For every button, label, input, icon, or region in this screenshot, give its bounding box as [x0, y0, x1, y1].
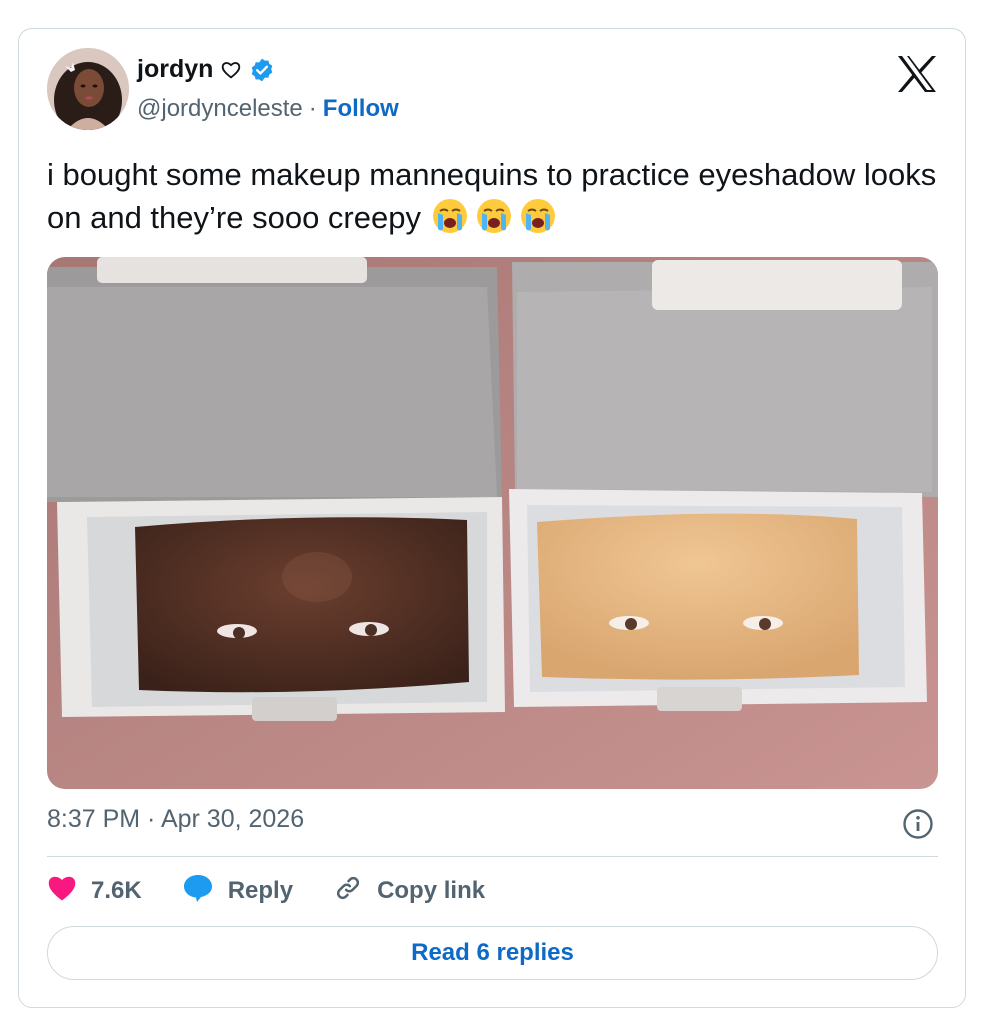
divider [47, 856, 938, 857]
author-name[interactable]: jordyn [137, 55, 213, 84]
copy-link-label: Copy link [377, 877, 486, 904]
separator-dot: · [308, 95, 317, 122]
tweet-text: i bought some makeup mannequins to pract… [47, 154, 947, 239]
tweet-timestamp[interactable]: 8:37 PM · Apr 30, 2026 [47, 805, 304, 834]
tweet-image[interactable] [47, 257, 938, 789]
read-replies-button[interactable]: Read 6 replies [47, 926, 938, 980]
like-count: 7.6K [91, 877, 142, 904]
like-button[interactable]: 7.6K [47, 874, 142, 909]
author-name-row: jordyn [137, 55, 275, 84]
link-icon [333, 873, 363, 910]
info-icon[interactable] [902, 808, 934, 840]
action-bar: 7.6K Reply Copy link [47, 871, 525, 911]
avatar[interactable] [47, 48, 129, 130]
loudly-crying-face-icon [430, 196, 470, 236]
reply-button[interactable]: Reply [182, 873, 293, 910]
reply-label: Reply [227, 877, 294, 904]
copy-link-button[interactable]: Copy link [333, 873, 485, 910]
heart-filled-icon [47, 874, 77, 909]
author-handle[interactable]: @jordynceleste [137, 95, 303, 123]
x-logo-icon[interactable] [896, 55, 938, 93]
author-handle-row: @jordynceleste · Follow [137, 95, 399, 123]
loudly-crying-face-icon [518, 196, 558, 236]
verified-badge-icon [249, 57, 275, 83]
follow-button[interactable]: Follow [323, 95, 399, 123]
heart-outline-icon [221, 61, 241, 79]
speech-bubble-icon [182, 873, 214, 910]
loudly-crying-face-icon [474, 196, 514, 236]
emoji-group [430, 199, 562, 235]
